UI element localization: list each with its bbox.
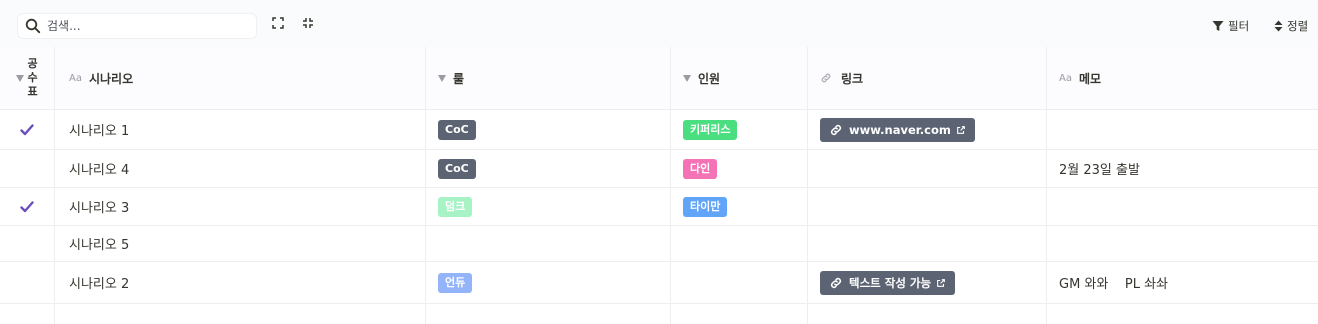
scenario-name: 시나리오 1: [69, 124, 130, 139]
scenario-name: 시나리오 2: [69, 277, 130, 292]
rule-cell[interactable]: 덤크: [426, 188, 671, 225]
column-header-rule[interactable]: 룰: [426, 47, 671, 109]
link-button[interactable]: www.naver.com: [820, 117, 975, 142]
column-header-char: 공: [27, 57, 38, 70]
sort-button[interactable]: 정렬: [1274, 18, 1308, 34]
memo-text: GM 와와 PL 솨솨: [1059, 277, 1169, 292]
column-header-label: 룰: [453, 71, 465, 86]
column-header-char: 수: [27, 71, 38, 84]
check-icon: [20, 123, 34, 135]
link-type-icon: [821, 73, 831, 83]
sort-icon: [1274, 20, 1283, 32]
memo-cell[interactable]: [1047, 226, 1318, 261]
checkbox-cell[interactable]: [0, 188, 55, 225]
member-tag: 다인: [683, 158, 718, 179]
empty-cell: [671, 304, 808, 324]
filter-icon: [1212, 21, 1224, 31]
check-icon: [20, 200, 34, 212]
column-header-label: 시나리오: [88, 71, 134, 86]
column-header-gongsupyo[interactable]: 공 수 표: [0, 47, 55, 109]
memo-cell[interactable]: [1047, 188, 1318, 225]
member-tag: 키퍼리스: [683, 119, 738, 140]
checkbox-cell[interactable]: [0, 226, 55, 261]
empty-cell: [0, 304, 55, 324]
select-type-icon: [16, 74, 25, 82]
scenario-cell[interactable]: 시나리오 3: [55, 188, 426, 225]
empty-cell: [426, 304, 671, 324]
member-cell[interactable]: 다인: [671, 150, 808, 187]
external-link-icon: [956, 125, 965, 134]
column-header-char: 표: [27, 85, 38, 98]
table-row[interactable]: 시나리오 2 언듀 텍스트 작성 가능 GM 와와 PL 솨솨: [0, 262, 1318, 304]
external-link-icon: [937, 278, 945, 287]
column-header-link[interactable]: 링크: [808, 47, 1047, 109]
filter-button[interactable]: 필터: [1212, 18, 1249, 34]
table-row[interactable]: 시나리오 3 덤크 타이만: [0, 188, 1318, 226]
link-cell[interactable]: 텍스트 작성 가능: [808, 262, 1047, 303]
column-header-scenario[interactable]: Aa 시나리오: [55, 47, 426, 109]
text-type-icon: Aa: [69, 72, 82, 84]
link-icon: [830, 124, 842, 135]
scenario-cell[interactable]: 시나리오 4: [55, 150, 426, 187]
collapse-icon[interactable]: [301, 16, 315, 30]
link-cell[interactable]: [808, 188, 1047, 225]
empty-cell: [55, 304, 426, 324]
link-button[interactable]: 텍스트 작성 가능: [820, 270, 956, 295]
rule-cell[interactable]: [426, 226, 671, 261]
checkbox-cell[interactable]: [0, 110, 55, 149]
column-header-memo[interactable]: Aa 메모: [1047, 47, 1318, 109]
column-header-label: 링크: [841, 71, 864, 86]
rule-cell[interactable]: CoC: [426, 150, 671, 187]
memo-text: 2월 23일 출발: [1059, 163, 1140, 178]
table-row-empty: [0, 304, 1318, 324]
table-row[interactable]: 시나리오 1 CoC 키퍼리스 www.naver.com: [0, 110, 1318, 150]
search-icon: [25, 18, 41, 34]
scenario-cell[interactable]: 시나리오 2: [55, 262, 426, 303]
scenario-name: 시나리오 3: [69, 201, 130, 216]
scenario-name: 시나리오 5: [69, 238, 130, 253]
search-input[interactable]: [47, 19, 247, 33]
rule-tag: CoC: [438, 158, 476, 179]
checkbox-cell[interactable]: [0, 262, 55, 303]
text-type-icon: Aa: [1059, 72, 1072, 84]
expand-icon[interactable]: [271, 16, 285, 30]
empty-cell: [808, 304, 1047, 324]
sort-label: 정렬: [1287, 19, 1309, 33]
rule-cell[interactable]: CoC: [426, 110, 671, 149]
scenario-cell[interactable]: 시나리오 1: [55, 110, 426, 149]
column-header-label: 메모: [1078, 71, 1102, 86]
link-cell[interactable]: [808, 226, 1047, 261]
member-cell[interactable]: 타이만: [671, 188, 808, 225]
checkbox-cell[interactable]: [0, 150, 55, 187]
rule-tag: CoC: [438, 119, 476, 140]
column-header-members[interactable]: 인원: [671, 47, 808, 109]
link-icon: [830, 277, 842, 288]
column-header-label: 인원: [698, 71, 721, 86]
memo-cell[interactable]: [1047, 110, 1318, 149]
link-cell[interactable]: www.naver.com: [808, 110, 1047, 149]
table-row[interactable]: 시나리오 4 CoC 다인 2월 23일 출발: [0, 150, 1318, 188]
table-header: 공 수 표 Aa 시나리오 룰 인원 링크 Aa 메모: [0, 47, 1318, 110]
scenario-name: 시나리오 4: [69, 163, 130, 178]
link-cell[interactable]: [808, 150, 1047, 187]
rule-tag: 언듀: [438, 272, 473, 293]
link-text: 텍스트 작성 가능: [849, 275, 932, 290]
member-cell[interactable]: [671, 262, 808, 303]
member-cell[interactable]: [671, 226, 808, 261]
memo-cell[interactable]: GM 와와 PL 솨솨: [1047, 262, 1318, 303]
memo-cell[interactable]: 2월 23일 출발: [1047, 150, 1318, 187]
member-cell[interactable]: 키퍼리스: [671, 110, 808, 149]
rule-cell[interactable]: 언듀: [426, 262, 671, 303]
filter-label: 필터: [1228, 19, 1250, 33]
select-type-icon: [438, 74, 446, 82]
table-row[interactable]: 시나리오 5: [0, 226, 1318, 262]
member-tag: 타이만: [683, 196, 728, 217]
toolbar: 필터 정렬: [0, 0, 1318, 47]
link-text: www.naver.com: [849, 122, 951, 137]
scenario-cell[interactable]: 시나리오 5: [55, 226, 426, 261]
search-box[interactable]: [17, 13, 257, 39]
rule-tag: 덤크: [438, 196, 473, 217]
select-type-icon: [683, 74, 691, 82]
